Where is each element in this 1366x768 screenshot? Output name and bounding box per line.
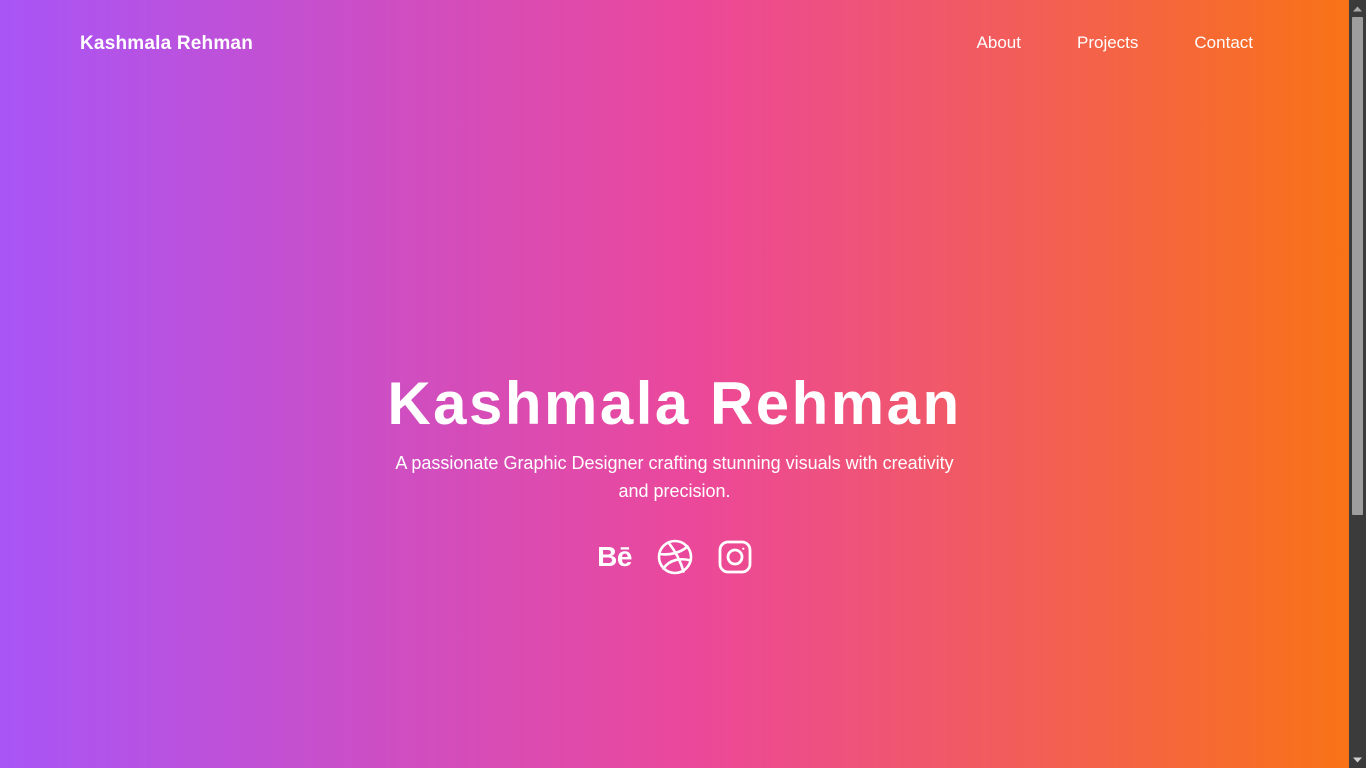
nav-link-projects[interactable]: Projects: [1077, 33, 1138, 53]
behance-icon: Bē: [597, 541, 632, 572]
behance-link[interactable]: Bē: [597, 539, 633, 575]
instagram-link[interactable]: [717, 539, 753, 575]
dribbble-icon: [657, 539, 692, 575]
brand-logo[interactable]: Kashmala Rehman: [80, 33, 253, 55]
scroll-down-arrow-icon[interactable]: [1349, 751, 1366, 768]
social-links: Bē: [0, 539, 1349, 575]
hero-section: Kashmala Rehman A passionate Graphic Des…: [0, 365, 1349, 575]
instagram-icon: [718, 540, 751, 574]
navbar: Kashmala Rehman About Projects Contact: [0, 0, 1349, 88]
dribbble-link[interactable]: [657, 539, 693, 575]
vertical-scrollbar[interactable]: [1349, 0, 1366, 768]
page-viewport: Kashmala Rehman About Projects Contact K…: [0, 0, 1349, 768]
hero-subtitle: A passionate Graphic Designer crafting s…: [395, 453, 954, 501]
scroll-up-arrow-icon[interactable]: [1349, 0, 1366, 17]
scrollbar-thumb[interactable]: [1352, 17, 1363, 515]
nav-links: About Projects Contact: [977, 33, 1253, 53]
hero-title: Kashmala Rehman: [387, 370, 962, 437]
nav-link-about[interactable]: About: [977, 33, 1021, 53]
nav-link-contact[interactable]: Contact: [1194, 33, 1253, 53]
